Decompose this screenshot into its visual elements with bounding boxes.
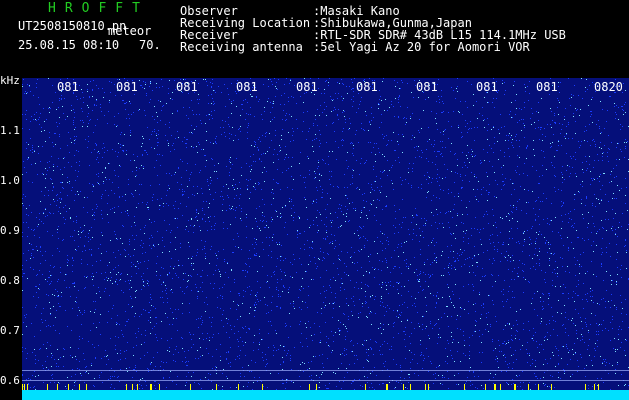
freq-tick-label: 1.0 — [0, 174, 20, 187]
spectrogram-noise — [22, 78, 629, 400]
time-tick-label: 081 — [476, 80, 498, 94]
time-tick-label: 0820 — [594, 80, 623, 94]
info-row-antenna: Receiving antenna :5el Yagi Az 20 for Aom… — [180, 41, 530, 53]
meteor-label: meteor — [108, 24, 152, 38]
datetime: 25.08.15 08:10 — [18, 38, 120, 52]
header-panel: HROFFT UT2508150810.pn meteor 25.08.15 0… — [0, 0, 629, 78]
time-tick-label: 081 — [236, 80, 258, 94]
time-tick-label: 081 — [296, 80, 318, 94]
unit-label: kHz — [0, 74, 20, 87]
app-title: HROFFT — [48, 1, 149, 16]
freq-tick-label: 1.1 — [0, 124, 20, 137]
freq-tick-label: 0.6 — [0, 374, 20, 387]
freq-tick-label: 0.9 — [0, 224, 20, 237]
time-tick-label: 081 — [356, 80, 378, 94]
spectrogram-plot[interactable] — [22, 78, 629, 400]
time-tick-label: 081 — [176, 80, 198, 94]
time-tick-label: 081 — [57, 80, 79, 94]
info-value: :5el Yagi Az 20 for Aomori VOR — [313, 40, 530, 54]
time-tick-label: 081 — [116, 80, 138, 94]
freq-tick-label: 0.7 — [0, 324, 20, 337]
freq-tick-label: 0.8 — [0, 274, 20, 287]
time-tick-label: 081 — [536, 80, 558, 94]
info-key: Receiving antenna — [180, 40, 303, 54]
scale-value: 70. — [139, 38, 161, 52]
time-tick-label: 081 — [416, 80, 438, 94]
